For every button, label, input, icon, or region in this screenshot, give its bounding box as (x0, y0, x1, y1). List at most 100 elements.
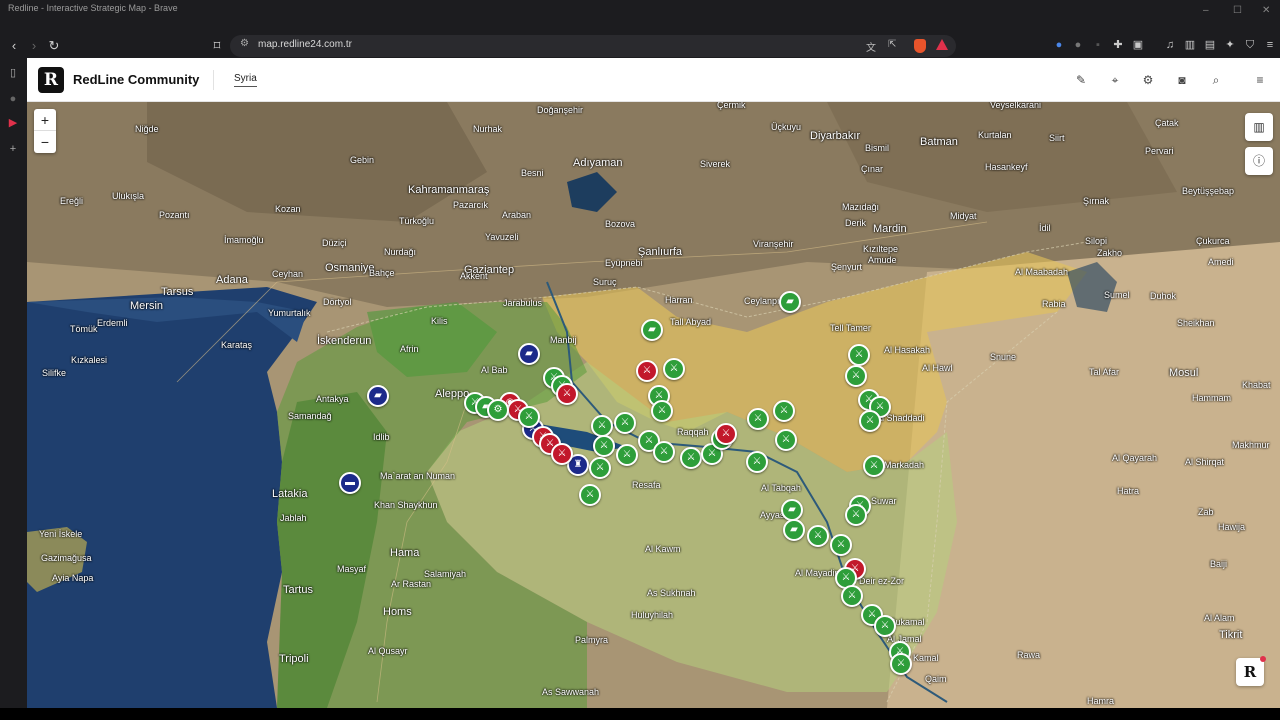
sidebar-toggle-icon[interactable]: ▯ (6, 66, 20, 80)
isis-marker[interactable]: ⚔ (551, 443, 573, 465)
settings-icon[interactable]: ⚙ (1140, 72, 1156, 88)
city-label: Ereğli (60, 196, 84, 206)
city-label: Qaim (925, 674, 947, 684)
sdf-marker[interactable]: ⚔ (653, 441, 675, 463)
isis-marker[interactable]: ⚔ (636, 360, 658, 382)
sdf-marker[interactable]: ⚔ (845, 365, 867, 387)
share-icon[interactable]: ⇱ (888, 39, 896, 50)
city-label: Pervari (1145, 146, 1174, 156)
close-icon[interactable]: ✕ (1262, 6, 1272, 16)
city-label: Makhmur (1232, 440, 1270, 450)
city-label: Markadah (884, 460, 925, 470)
government-marker[interactable]: ▬ (339, 472, 361, 494)
bookmark-icon[interactable]: ⌑ (209, 38, 225, 54)
zoom-out-button[interactable]: − (34, 131, 56, 153)
city-label: Osmaniye (325, 262, 375, 274)
reload-icon[interactable]: ↻ (46, 38, 62, 54)
sdf-marker[interactable]: ⚔ (589, 457, 611, 479)
leo-icon[interactable]: ✦ (1223, 38, 1237, 52)
sdf-marker[interactable]: ⚔ (773, 400, 795, 422)
city-label: Hawija (1218, 522, 1246, 532)
sdf-marker[interactable]: ⚔ (616, 444, 638, 466)
military-marker[interactable]: ▰ (779, 291, 801, 313)
sdf-marker[interactable]: ⚔ (890, 653, 912, 675)
sdf-marker[interactable]: ⚔ (746, 451, 768, 473)
city-label: Ayia Napa (52, 573, 94, 583)
music-icon[interactable]: ♫ (1163, 38, 1177, 52)
sdf-marker[interactable]: ⚔ (841, 585, 863, 607)
minimize-icon[interactable]: – (1203, 6, 1213, 16)
sdf-marker[interactable]: ⚔ (591, 415, 613, 437)
city-label: Bozova (605, 219, 636, 229)
extension-icon[interactable]: ● (1052, 38, 1066, 52)
city-label: Siverek (700, 159, 731, 169)
government-marker[interactable]: ▰ (518, 343, 540, 365)
address-bar[interactable]: ⚙ map.redline24.com.tr 文 ⇱ (230, 35, 956, 57)
isis-marker[interactable]: ⚔ (715, 423, 737, 445)
sdf-marker[interactable]: ▰ (783, 519, 805, 541)
extension-icon[interactable]: ▪ (1091, 38, 1105, 52)
extension-icon[interactable]: ● (1071, 38, 1085, 52)
sdf-marker[interactable]: ⚔ (579, 484, 601, 506)
map-layers-icon[interactable]: ▥ (1245, 113, 1273, 141)
sdf-marker[interactable]: ▰ (781, 499, 803, 521)
camera-icon[interactable]: ◙ (1174, 72, 1190, 88)
sidebar-icon[interactable]: ▥ (1183, 38, 1197, 52)
site-settings-icon[interactable]: ⚙ (240, 38, 249, 49)
translate-icon[interactable]: 文 (866, 39, 876, 54)
sdf-marker[interactable]: ⚔ (845, 504, 867, 526)
maximize-icon[interactable]: ☐ (1233, 6, 1243, 16)
sdf-marker[interactable]: ⚔ (775, 429, 797, 451)
strategic-map[interactable]: + − ▥ ⓘ R Çermik Veyselkarani Çatak Niğd… (27, 102, 1280, 708)
city-label: Bismil (865, 143, 889, 153)
city-label: Harran (665, 295, 693, 305)
sdf-marker[interactable]: ⚔ (874, 615, 896, 637)
sidebar-app-icon[interactable]: ● (6, 92, 20, 106)
brave-shield-icon[interactable] (914, 39, 926, 53)
location-pin-icon[interactable]: ⌖ (1107, 72, 1123, 88)
city-label: Amude (868, 255, 897, 265)
city-label: Bahçe (369, 268, 395, 278)
isis-marker[interactable]: ⚔ (556, 383, 578, 405)
forward-icon[interactable]: › (26, 38, 42, 54)
zoom-in-button[interactable]: + (34, 109, 56, 131)
draw-icon[interactable]: ✎ (1073, 72, 1089, 88)
redline-badge[interactable]: R (1236, 656, 1266, 686)
sdf-marker[interactable]: ⚔ (859, 410, 881, 432)
sdf-marker[interactable]: ⚙ (487, 399, 509, 421)
add-panel-icon[interactable]: + (6, 142, 20, 156)
sdf-marker[interactable]: ⚔ (593, 435, 615, 457)
government-marker[interactable]: ▰ (367, 385, 389, 407)
wallet-icon[interactable]: ▤ (1203, 38, 1217, 52)
city-label: Kamal (913, 653, 939, 663)
redline-logo[interactable]: R (38, 67, 64, 93)
youtube-icon[interactable]: ▶ (6, 116, 20, 130)
city-label: Tikrit (1219, 629, 1243, 641)
city-label: Samandağ (288, 411, 332, 421)
city-label: Kilis (431, 316, 448, 326)
tab-syria[interactable]: Syria (234, 73, 257, 87)
sdf-marker[interactable]: ⚔ (651, 400, 673, 422)
menu-icon[interactable]: ≡ (1263, 38, 1277, 52)
sdf-marker[interactable]: ⚔ (680, 447, 702, 469)
info-icon[interactable]: ⓘ (1245, 147, 1273, 175)
military-marker[interactable]: ▰ (641, 319, 663, 341)
sdf-marker[interactable]: ⚔ (848, 344, 870, 366)
sdf-marker[interactable]: ⚔ (663, 358, 685, 380)
sdf-marker[interactable]: ⚔ (747, 408, 769, 430)
back-icon[interactable]: ‹ (6, 38, 22, 54)
sdf-marker[interactable]: ⚔ (518, 406, 540, 428)
sdf-marker[interactable]: ⚔ (614, 412, 636, 434)
puzzle-icon[interactable]: ✚ (1111, 38, 1125, 52)
sdf-marker[interactable]: ⚔ (830, 534, 852, 556)
sdf-marker[interactable]: ⚔ (863, 455, 885, 477)
search-icon[interactable]: ⌕ (1208, 72, 1224, 88)
vpn-icon[interactable]: ⛉ (1243, 38, 1257, 52)
sdf-marker[interactable]: ⚔ (807, 525, 829, 547)
rewards-icon[interactable] (936, 39, 948, 50)
downloads-icon[interactable]: ▣ (1131, 38, 1145, 52)
hamburger-menu-icon[interactable]: ≡ (1252, 72, 1268, 88)
url-text[interactable]: map.redline24.com.tr (258, 39, 352, 50)
city-label: Tarsus (161, 286, 194, 298)
app-name[interactable]: RedLine Community (73, 72, 199, 87)
